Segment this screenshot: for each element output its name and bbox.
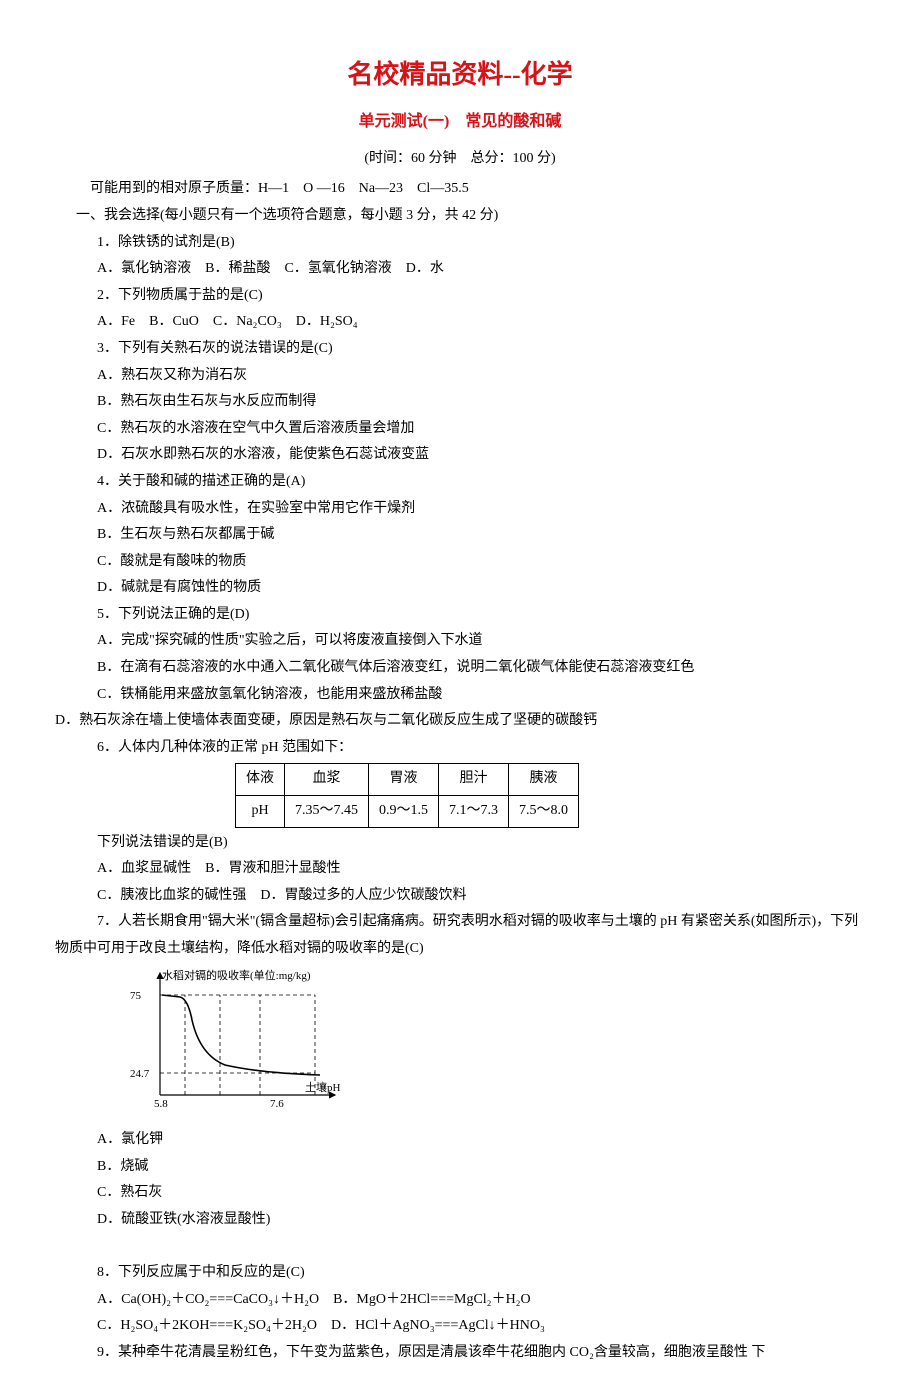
q2-options: A．Fe B．CuO C．Na₂CO₃ D．H₂SO₄ <box>55 309 865 336</box>
th-fluid: 体液 <box>236 764 285 796</box>
xtick-76: 7.6 <box>270 1098 284 1110</box>
q5-a: A．完成"探究碱的性质"实验之后，可以将废液直接倒入下水道 <box>55 628 865 655</box>
ytick-247: 24.7 <box>130 1068 150 1080</box>
q4-a: A．浓硫酸具有吸水性，在实验室中常用它作干燥剂 <box>55 496 865 523</box>
q7-stem: 7．人若长期食用"镉大米"(镉含量超标)会引起痛痛病。研究表明水稻对镉的吸收率与… <box>55 909 865 962</box>
q6-after: 下列说法错误的是(B) <box>55 830 865 857</box>
q8-stem: 8．下列反应属于中和反应的是(C) <box>55 1260 865 1287</box>
q4-d: D．碱就是有腐蚀性的物质 <box>55 575 865 602</box>
q7-chart: 水稻对镉的吸收率(单位:mg/kg) 75 24.7 5.8 7.6 土壤pH <box>120 965 350 1115</box>
title-main: 名校精品资料--化学 <box>55 50 865 99</box>
q6-row2: C．胰液比血浆的碱性强 D．胃酸过多的人应少饮碳酸饮料 <box>55 883 865 910</box>
th-bile: 胆汁 <box>439 764 509 796</box>
q3-stem: 3．下列有关熟石灰的说法错误的是(C) <box>55 336 865 363</box>
q4-stem: 4．关于酸和碱的描述正确的是(A) <box>55 469 865 496</box>
xtick-58: 5.8 <box>154 1098 168 1110</box>
meta-line: (时间：60 分钟 总分：100 分) <box>55 146 865 173</box>
td-pancreatic-ph: 7.5～8.0 <box>509 796 579 828</box>
q9-stem: 9．某种牵牛花清晨呈粉红色，下午变为蓝紫色，原因是清晨该牵牛花细胞内 CO₂含量… <box>55 1340 865 1367</box>
q6-stem: 6．人体内几种体液的正常 pH 范围如下： <box>55 735 865 762</box>
td-gastric-ph: 0.9～1.5 <box>369 796 439 828</box>
q5-c: C．铁桶能用来盛放氢氧化钠溶液，也能用来盛放稀盐酸 <box>55 682 865 709</box>
q8-row1: A．Ca(OH)₂＋CO₂===CaCO₃↓＋H₂O B．MgO＋2HCl===… <box>55 1287 865 1314</box>
q1-options: A．氯化钠溶液 B．稀盐酸 C．氢氧化钠溶液 D．水 <box>55 256 865 283</box>
q8-row2: C．H₂SO₄＋2KOH===K₂SO₄＋2H₂O D．HCl＋AgNO₃===… <box>55 1313 865 1340</box>
q5-stem: 5．下列说法正确的是(D) <box>55 602 865 629</box>
q6-row1: A．血浆显碱性 B．胃液和胆汁显酸性 <box>55 856 865 883</box>
td-bile-ph: 7.1～7.3 <box>439 796 509 828</box>
y-axis-label: 水稻对镉的吸收率(单位:mg/kg) <box>162 968 311 982</box>
ytick-75: 75 <box>130 990 142 1002</box>
section-1-heading: 一、我会选择(每小题只有一个选项符合题意，每小题 3 分，共 42 分) <box>55 203 865 230</box>
q7-stem-text: 7．人若长期食用"镉大米"(镉含量超标)会引起痛痛病。研究表明水稻对镉的吸收率与… <box>55 914 858 956</box>
q7-d: D．硫酸亚铁(水溶液显酸性) <box>55 1207 865 1234</box>
blank-line <box>55 1234 865 1261</box>
q1-stem: 1．除铁锈的试剂是(B) <box>55 230 865 257</box>
q4-c: C．酸就是有酸味的物质 <box>55 549 865 576</box>
td-plasma-ph: 7.35～7.45 <box>285 796 369 828</box>
q5-b: B．在滴有石蕊溶液的水中通入二氧化碳气体后溶液变红，说明二氧化碳气体能使石蕊溶液… <box>55 655 865 682</box>
q7-a: A．氯化钾 <box>55 1127 865 1154</box>
q3-b: B．熟石灰由生石灰与水反应而制得 <box>55 389 865 416</box>
q7-c: C．熟石灰 <box>55 1180 865 1207</box>
q9-stem-text: 9．某种牵牛花清晨呈粉红色，下午变为蓝紫色，原因是清晨该牵牛花细胞内 CO₂含量… <box>97 1345 765 1360</box>
th-gastric: 胃液 <box>369 764 439 796</box>
q3-a: A．熟石灰又称为消石灰 <box>55 363 865 390</box>
table-row: 体液 血浆 胃液 胆汁 胰液 <box>236 764 579 796</box>
title-sub: 单元测试(一) 常见的酸和碱 <box>55 107 865 137</box>
q3-d: D．石灰水即熟石灰的水溶液，能使紫色石蕊试液变蓝 <box>55 442 865 469</box>
q7-b: B．烧碱 <box>55 1154 865 1181</box>
q4-b: B．生石灰与熟石灰都属于碱 <box>55 522 865 549</box>
q6-table: 体液 血浆 胃液 胆汁 胰液 pH 7.35～7.45 0.9～1.5 7.1～… <box>235 763 579 827</box>
table-row: pH 7.35～7.45 0.9～1.5 7.1～7.3 7.5～8.0 <box>236 796 579 828</box>
q2-stem: 2．下列物质属于盐的是(C) <box>55 283 865 310</box>
q3-c: C．熟石灰的水溶液在空气中久置后溶液质量会增加 <box>55 416 865 443</box>
th-pancreatic: 胰液 <box>509 764 579 796</box>
q5-d: D．熟石灰涂在墙上使墙体表面变硬，原因是熟石灰与二氧化碳反应生成了坚硬的碳酸钙 <box>55 708 865 735</box>
th-plasma: 血浆 <box>285 764 369 796</box>
x-axis-label: 土壤pH <box>305 1080 340 1094</box>
td-ph-label: pH <box>236 796 285 828</box>
atomic-mass-line: 可能用到的相对原子质量：H—1 O —16 Na—23 Cl—35.5 <box>55 176 865 203</box>
